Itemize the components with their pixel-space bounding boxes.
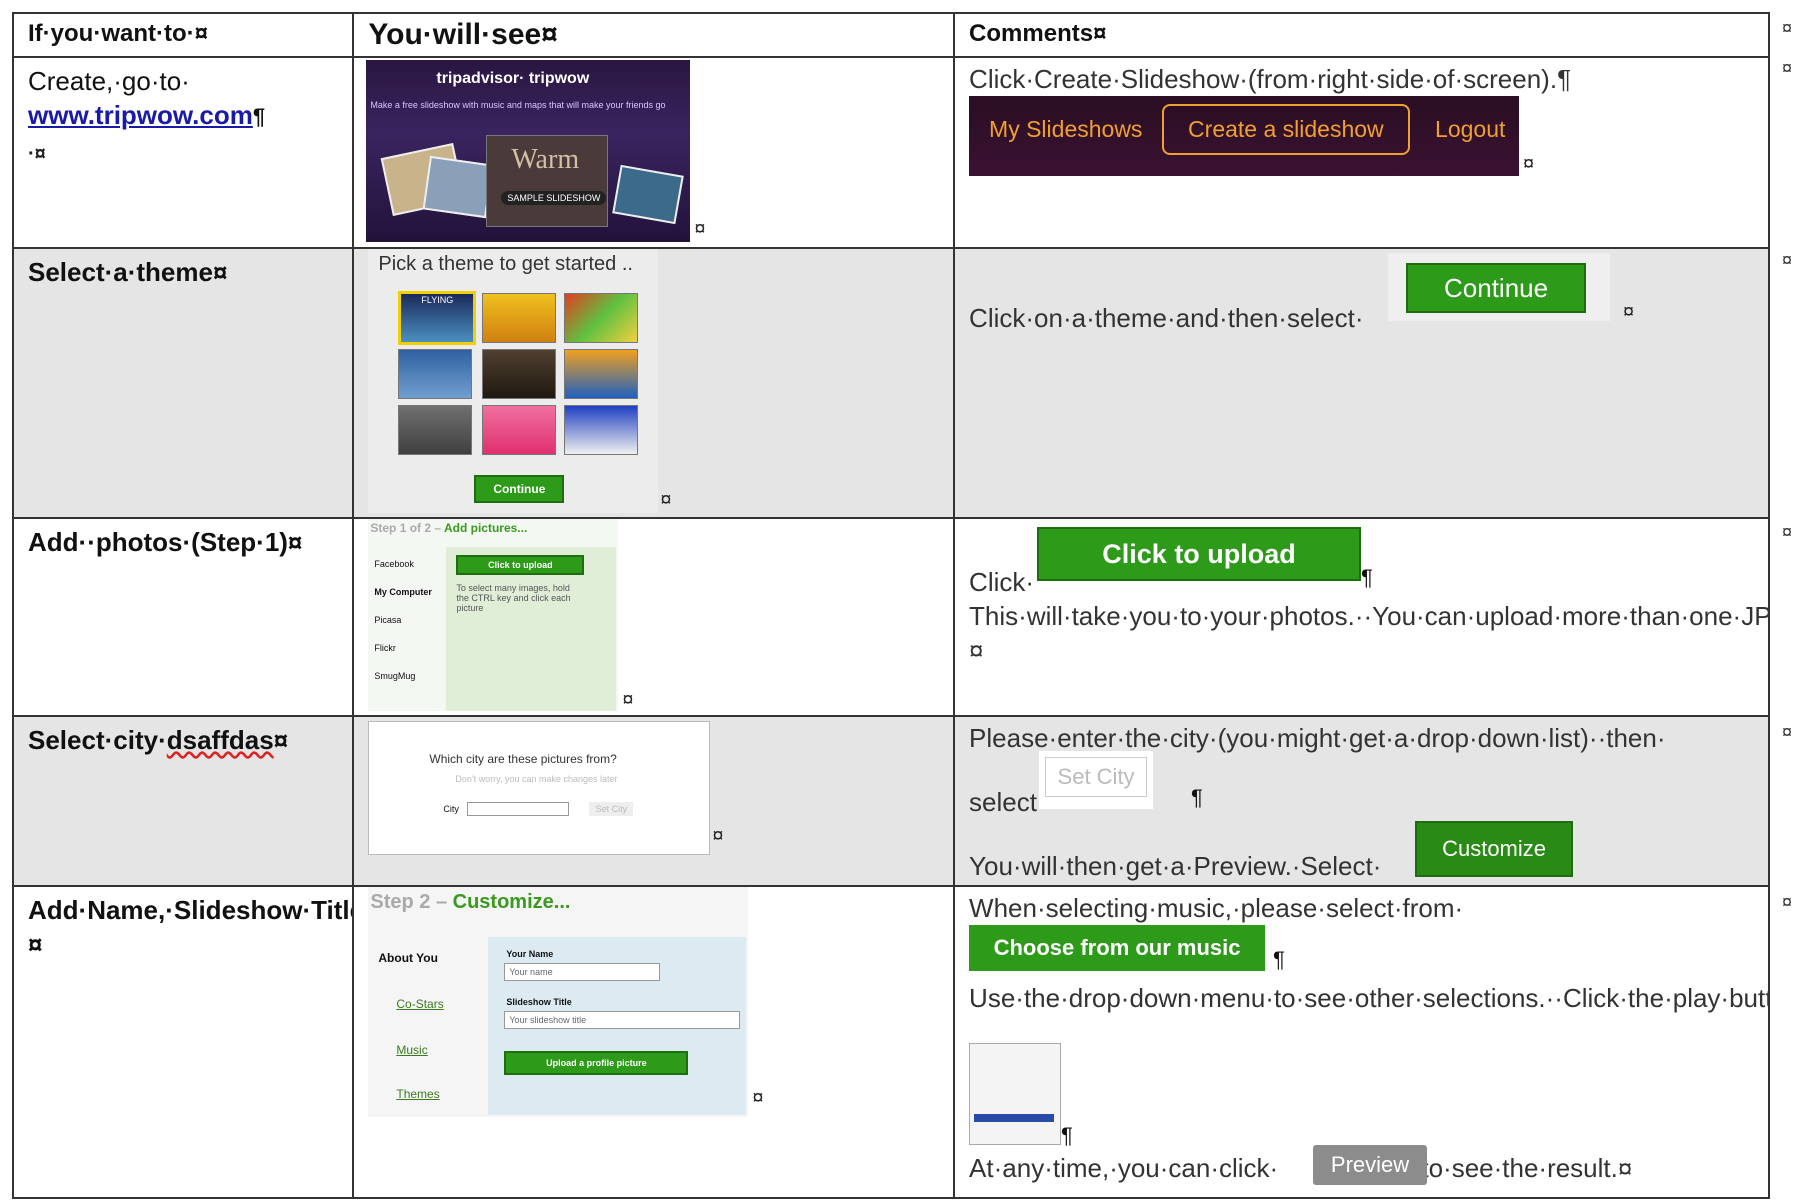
see-cell: Pick a theme to get started .. FLYING Co… (352, 247, 956, 519)
comment-cell: Please·enter·the·city·(you·might·get·a·d… (953, 715, 1770, 887)
theme-swatch[interactable] (564, 293, 639, 343)
select-city-screenshot: Which city are these pictures from? Don'… (368, 721, 711, 855)
thumb-set-city-button[interactable]: Set City (589, 802, 634, 816)
theme-swatch[interactable] (482, 349, 557, 399)
theme-swatch[interactable] (564, 349, 639, 399)
choose-music-button[interactable]: Choose from our music (969, 925, 1266, 971)
table-row: Create,·go·to· www.tripwow.com¶ ·¤ tripa… (11, 56, 1770, 249)
create-slideshow-button[interactable]: Create a slideshow (1162, 104, 1410, 155)
comment-cell: Click·on·a·theme·and·then·select· Contin… (953, 247, 1770, 519)
thumb-nav-co-stars[interactable]: Co-Stars (396, 997, 443, 1011)
theme-picker-screenshot: Pick a theme to get started .. FLYING Co… (368, 250, 659, 513)
table-row: Add··photos·(Step·1)¤ Step 1 of 2 – Add … (11, 517, 1770, 717)
table-row: Add·Name,·Slideshow·Title,·Music··(Step·… (11, 885, 1770, 1199)
header-col-see: You·will·see¤ (352, 12, 956, 58)
table-row: Select·a·theme¤ Pick a theme to get star… (11, 247, 1770, 519)
click-to-upload-button[interactable]: Click to upload (1037, 527, 1362, 581)
tripwow-home-screenshot: tripadvisor· tripwow Make a free slidesh… (366, 60, 691, 242)
table-header-row: If·you·want·to·¤ You·will·see¤ Comments¤ (11, 12, 1770, 58)
instruction-table: If·you·want·to·¤ You·will·see¤ Comments¤… (11, 12, 1770, 1199)
want-cell: Select·a·theme¤ (11, 247, 355, 519)
theme-swatch[interactable] (398, 405, 473, 455)
thumb-nav-about-you[interactable]: About You (378, 951, 438, 965)
comment-cell: Click·Create·Slideshow·(from·right·side·… (953, 56, 1770, 249)
row-end-mark: ¤ (1782, 58, 1793, 78)
want-cell: Select·city·dsaffdas¤ (11, 715, 355, 887)
source-smugmug[interactable]: SmugMug (374, 671, 415, 681)
see-cell: Step 1 of 2 – Add pictures... Facebook M… (352, 517, 956, 717)
want-cell: Add··photos·(Step·1)¤ (11, 517, 355, 717)
want-cell: Create,·go·to· www.tripwow.com¶ ·¤ (11, 56, 355, 249)
preview-button[interactable]: Preview (1313, 1145, 1428, 1185)
table-row: Select·city·dsaffdas¤ Which city are the… (11, 715, 1770, 887)
photo-collage-image (422, 155, 494, 219)
photo-collage-image (612, 164, 685, 225)
set-city-button[interactable]: Set City (1045, 757, 1148, 797)
music-dropdown-list[interactable] (969, 1043, 1062, 1145)
theme-swatch[interactable] (482, 405, 557, 455)
video-preview: Warm SAMPLE SLIDESHOW (486, 135, 609, 227)
theme-swatch[interactable] (564, 405, 639, 455)
theme-swatch[interactable] (482, 293, 557, 343)
row-end-mark: ¤ (1782, 522, 1793, 542)
row-end-mark: ¤ (1782, 250, 1793, 270)
tutorial-document: If·you·want·to·¤ You·will·see¤ Comments¤… (11, 12, 1792, 1200)
customize-screenshot: Step 2 – Customize... About You Co-Stars… (368, 888, 749, 1117)
thumb-continue-button[interactable]: Continue (474, 475, 565, 503)
thumb-nav-themes[interactable]: Themes (396, 1087, 439, 1101)
want-cell: Add·Name,·Slideshow·Title,·Music··(Step·… (11, 885, 355, 1199)
theme-swatch[interactable]: FLYING (398, 291, 477, 345)
row-end-mark: ¤ (1782, 722, 1793, 742)
logout-link[interactable]: Logout (1435, 116, 1505, 143)
comment-cell: When·selecting·music,·please·select·from… (953, 885, 1770, 1199)
tripwow-logo: tripadvisor· tripwow (436, 70, 590, 87)
see-cell: Step 2 – Customize... About You Co-Stars… (352, 885, 956, 1199)
thumb-upload-profile-button[interactable]: Upload a profile picture (504, 1051, 689, 1075)
comment-cell: Click· This·will·take·you·to·your·photos… (953, 517, 1770, 717)
source-picasa[interactable]: Picasa (374, 615, 401, 625)
thumb-name-input[interactable]: Your name (504, 963, 661, 981)
see-cell: tripadvisor· tripwow Make a free slidesh… (352, 56, 956, 249)
continue-button[interactable]: Continue (1406, 263, 1587, 313)
see-cell: Which city are these pictures from? Don'… (352, 715, 956, 887)
header-col-want: If·you·want·to·¤ (11, 12, 355, 58)
tripwow-nav-bar: My Slideshows Create a slideshow Logout (969, 96, 1520, 176)
source-flickr[interactable]: Flickr (374, 643, 396, 653)
thumb-nav-music[interactable]: Music (396, 1043, 427, 1057)
customize-button[interactable]: Customize (1415, 821, 1574, 877)
theme-swatch[interactable] (398, 349, 473, 399)
thumb-title-input[interactable]: Your slideshow title (504, 1011, 741, 1029)
source-my-computer[interactable]: My Computer (374, 587, 432, 597)
my-slideshows-link[interactable]: My Slideshows (989, 116, 1142, 143)
thumb-city-input[interactable] (467, 802, 570, 816)
add-pictures-screenshot: Step 1 of 2 – Add pictures... Facebook M… (368, 520, 619, 711)
row-end-mark: ¤ (1782, 892, 1793, 912)
header-col-comments: Comments¤ (953, 12, 1770, 58)
row-end-mark: ¤ (1782, 18, 1793, 38)
source-facebook[interactable]: Facebook (374, 559, 414, 569)
thumb-upload-button[interactable]: Click to upload (456, 555, 585, 575)
tripwow-link[interactable]: www.tripwow.com (28, 100, 253, 130)
sample-slideshow-button[interactable]: SAMPLE SLIDESHOW (501, 191, 607, 205)
